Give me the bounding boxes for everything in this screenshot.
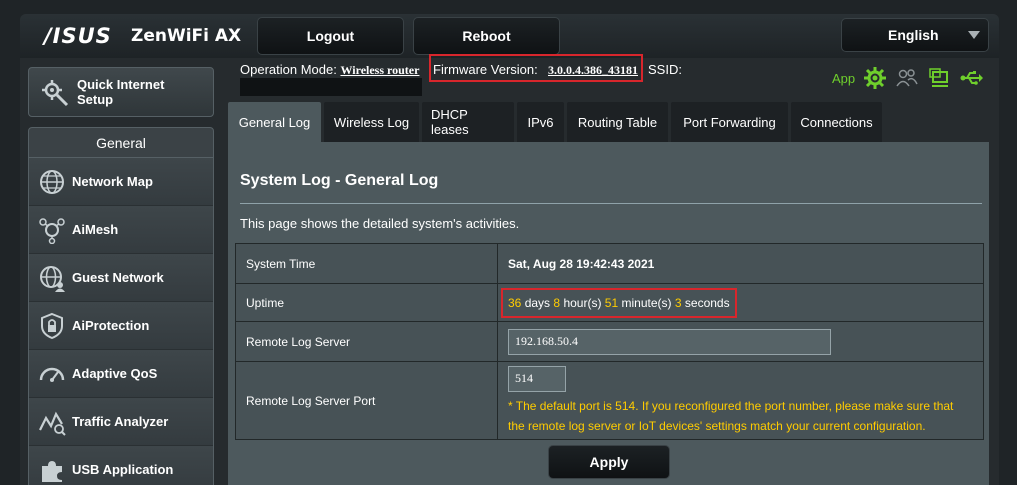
firmware-label: Firmware Version: bbox=[433, 62, 538, 77]
title-divider bbox=[240, 203, 982, 204]
sidebar-item-label: AiMesh bbox=[72, 222, 119, 237]
sidebar-item-label: Adaptive QoS bbox=[72, 366, 158, 381]
page-description: This page shows the detailed system's ac… bbox=[240, 216, 520, 231]
guest-globe-icon bbox=[34, 260, 70, 296]
reboot-button[interactable]: Reboot bbox=[413, 17, 560, 55]
tab-dhcp-leases[interactable]: DHCP leases bbox=[422, 102, 514, 142]
language-value: English bbox=[888, 27, 939, 43]
model-name: ZenWiFi AX bbox=[131, 26, 242, 46]
logout-button[interactable]: Logout bbox=[257, 17, 404, 55]
system-info-table: System Time Sat, Aug 28 19:42:43 2021 Up… bbox=[235, 243, 984, 440]
sidebar-item-network-map[interactable]: Network Map bbox=[29, 158, 213, 206]
quick-internet-setup-button[interactable]: Quick Internet Setup bbox=[28, 67, 214, 117]
usb-icon[interactable] bbox=[959, 66, 984, 90]
remote-log-port-input[interactable]: 514 bbox=[508, 365, 566, 392]
asus-logo: /ISUS bbox=[44, 24, 112, 48]
sidebar-item-adaptive-qos[interactable]: Adaptive QoS bbox=[29, 350, 213, 398]
log-tabs: General Log Wireless Log DHCP leases IPv… bbox=[228, 102, 882, 142]
tab-port-forwarding[interactable]: Port Forwarding bbox=[671, 102, 788, 142]
port-note: * The default port is 514. If you reconf… bbox=[508, 398, 954, 433]
sidebar-item-aiprotection[interactable]: AiProtection bbox=[29, 302, 213, 350]
chevron-down-icon bbox=[968, 31, 980, 39]
wand-gear-icon bbox=[35, 72, 75, 112]
tab-connections[interactable]: Connections bbox=[791, 102, 882, 142]
uptime-label: Uptime bbox=[235, 283, 498, 322]
tab-general-log[interactable]: General Log bbox=[228, 102, 321, 142]
sidebar-item-label: Traffic Analyzer bbox=[72, 414, 169, 429]
operation-mode-link[interactable]: Wireless router bbox=[340, 63, 419, 77]
traffic-icon bbox=[34, 404, 70, 440]
table-row: Remote Log Server Port 514 * The default… bbox=[235, 361, 984, 440]
remote-log-port-label: Remote Log Server Port bbox=[235, 361, 498, 440]
tab-wireless-log[interactable]: Wireless Log bbox=[324, 102, 419, 142]
globe-icon bbox=[34, 164, 70, 200]
ssid-label: SSID: bbox=[648, 62, 682, 77]
gauge-icon bbox=[34, 356, 70, 392]
devices-icon[interactable] bbox=[927, 66, 951, 90]
ssid-value-bar bbox=[240, 78, 422, 96]
clients-icon[interactable] bbox=[895, 66, 919, 90]
aimesh-icon bbox=[34, 212, 70, 248]
sidebar-item-usb-application[interactable]: USB Application bbox=[29, 446, 213, 485]
sidebar-section-title: General bbox=[29, 128, 213, 158]
remote-log-server-input[interactable]: 192.168.50.4 bbox=[508, 328, 831, 355]
firmware-version-link[interactable]: 3.0.0.4.386_43181 bbox=[548, 63, 638, 78]
app-link[interactable]: App bbox=[832, 71, 855, 86]
sidebar-item-label: Guest Network bbox=[72, 270, 164, 285]
sidebar-item-traffic-analyzer[interactable]: Traffic Analyzer bbox=[29, 398, 213, 446]
remote-log-server-label: Remote Log Server bbox=[235, 321, 498, 362]
gear-icon[interactable] bbox=[863, 66, 887, 90]
table-row: System Time Sat, Aug 28 19:42:43 2021 bbox=[235, 243, 984, 284]
operation-mode-label: Operation Mode: bbox=[240, 62, 337, 77]
sidebar-item-label: USB Application bbox=[72, 462, 174, 477]
remote-log-server-cell: 192.168.50.4 bbox=[497, 321, 984, 362]
tab-ipv6[interactable]: IPv6 bbox=[517, 102, 564, 142]
puzzle-icon bbox=[34, 452, 70, 485]
uptime-highlight-box bbox=[501, 288, 737, 318]
lock-shield-icon bbox=[34, 308, 70, 344]
status-icons: App bbox=[832, 66, 984, 90]
apply-button[interactable]: Apply bbox=[548, 445, 670, 479]
system-time-value: Sat, Aug 28 19:42:43 2021 bbox=[508, 256, 655, 271]
table-row: Remote Log Server 192.168.50.4 bbox=[235, 321, 984, 362]
sidebar-item-guest-network[interactable]: Guest Network bbox=[29, 254, 213, 302]
sidebar: General Network Map AiMesh Guest Network… bbox=[28, 127, 214, 485]
language-select[interactable]: English bbox=[841, 18, 989, 52]
sidebar-item-label: Network Map bbox=[72, 174, 153, 189]
system-time-cell: Sat, Aug 28 19:42:43 2021 bbox=[497, 243, 984, 284]
sidebar-item-aimesh[interactable]: AiMesh bbox=[29, 206, 213, 254]
operation-mode: Operation Mode: Wireless router bbox=[240, 62, 419, 78]
sidebar-item-label: AiProtection bbox=[72, 318, 150, 333]
qis-label: Quick Internet Setup bbox=[77, 77, 165, 107]
system-time-label: System Time bbox=[235, 243, 498, 284]
tab-routing-table[interactable]: Routing Table bbox=[567, 102, 668, 142]
page-title: System Log - General Log bbox=[240, 172, 439, 189]
remote-log-port-cell: 514 * The default port is 514. If you re… bbox=[497, 361, 984, 440]
